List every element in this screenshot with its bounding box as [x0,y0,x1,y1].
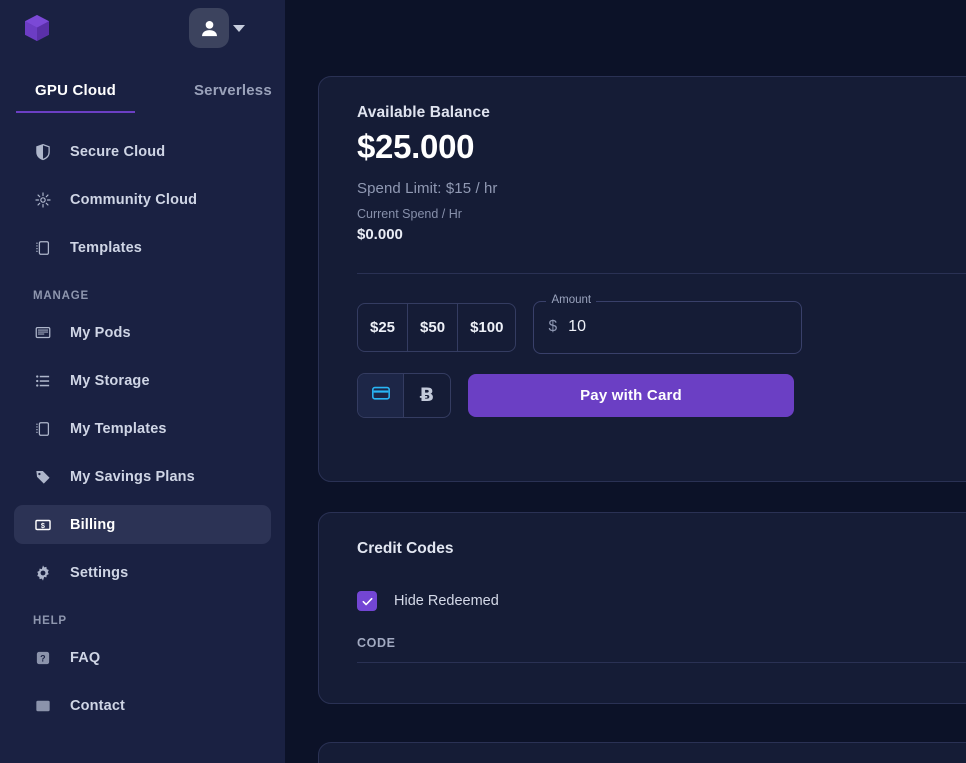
sidebar-item-contact[interactable]: Contact [14,686,271,725]
sidebar-header [0,0,285,56]
preset-amount-100[interactable]: $100 [458,304,515,351]
tag-icon [33,467,53,487]
hide-redeemed-row[interactable]: Hide Redeemed [357,591,966,611]
sidebar-section-help: HELP [33,615,67,627]
sidebar-item-templates[interactable]: Templates [14,228,271,267]
preset-amount-group: $25 $50 $100 [357,302,517,352]
sidebar-item-faq[interactable]: ? FAQ [14,638,271,677]
sidebar-nav: Secure Cloud Community Cloud Templates M… [0,132,285,725]
sidebar-item-billing[interactable]: $ Billing [14,505,271,544]
sidebar-item-label: Community Cloud [70,191,198,208]
svg-text:?: ? [40,653,46,663]
payment-method-toggle: Ƀ [357,372,451,418]
shield-icon [33,142,53,162]
sidebar-tabs: GPU Cloud Serverless [0,76,285,113]
payment-row: Ƀ Pay with Card [357,372,966,418]
contact-icon [33,696,53,716]
app-root: GPU Cloud Serverless Secure Cloud Commun… [0,0,966,763]
sidebar-item-my-savings-plans[interactable]: My Savings Plans [14,457,271,496]
sidebar-item-label: My Pods [70,324,131,341]
credit-card-icon [371,383,391,408]
sidebar-account-controls [189,8,267,48]
sidebar-item-secure-cloud[interactable]: Secure Cloud [14,132,271,171]
balance-card: Available Balance $25.000 Spend Limit: $… [318,76,966,482]
column-header-code: CODE [357,636,396,650]
sidebar-item-community-cloud[interactable]: Community Cloud [14,180,271,219]
sidebar-item-label: Settings [70,564,129,581]
user-avatar-icon[interactable] [189,8,229,48]
main-content: Available Balance $25.000 Spend Limit: $… [285,0,966,763]
sidebar-item-label: My Templates [70,420,167,437]
sidebar-item-my-templates[interactable]: My Templates [14,409,271,448]
tab-serverless[interactable]: Serverless [194,76,272,113]
sidebar-item-label: Billing [70,516,116,533]
sidebar-item-label: My Storage [70,372,150,389]
hide-redeemed-label: Hide Redeemed [394,593,499,609]
question-box-icon: ? [33,648,53,668]
sidebar-item-label: My Savings Plans [70,468,195,485]
amount-selection-row: $25 $50 $100 Amount $ 10 [357,293,966,354]
sidebar-section-manage: MANAGE [33,290,89,302]
balance-card-body: Available Balance $25.000 Spend Limit: $… [319,77,966,445]
spend-limit-text: Spend Limit: $15 / hr [357,179,498,197]
sidebar-item-settings[interactable]: Settings [14,553,271,592]
available-balance-value: $25.000 [357,128,475,165]
sparkle-icon [33,190,53,210]
sidebar-item-label: Secure Cloud [70,143,166,160]
pay-with-card-button[interactable]: Pay with Card [468,373,794,417]
payment-method-card[interactable] [358,373,404,417]
additional-card [318,742,966,763]
dollar-sign-icon: $ [548,318,558,336]
amount-input[interactable]: Amount $ 10 [533,293,803,354]
banknote-icon: $ [33,515,53,535]
credit-codes-table-header: CODE [357,636,966,663]
credit-codes-body: Credit Codes Hide Redeemed CODE [319,513,966,690]
available-balance-label: Available Balance [357,104,490,121]
payment-method-bitcoin[interactable]: Ƀ [404,374,450,417]
template-icon [33,238,53,258]
current-spend-label: Current Spend / Hr [357,206,462,221]
amount-input-value: 10 [568,318,587,336]
preset-amount-50[interactable]: $50 [408,303,459,351]
current-spend-value: $0.000 [357,225,403,243]
sidebar-item-label: FAQ [70,649,101,666]
template-icon [33,419,53,439]
preset-amount-25[interactable]: $25 [358,303,409,351]
hide-redeemed-checkbox[interactable] [357,591,377,611]
sidebar: GPU Cloud Serverless Secure Cloud Commun… [0,0,285,763]
credit-codes-title: Credit Codes [357,540,454,557]
gear-icon [33,563,53,583]
tab-gpu-cloud[interactable]: GPU Cloud [16,76,135,113]
sidebar-item-my-pods[interactable]: My Pods [14,313,271,352]
sidebar-item-my-storage[interactable]: My Storage [14,361,271,400]
amount-input-label: Amount [546,293,597,306]
svg-text:$: $ [41,521,45,530]
divider [357,272,966,274]
credit-codes-card: Credit Codes Hide Redeemed CODE [318,512,966,704]
sidebar-item-label: Contact [70,697,126,714]
cube-logo-icon[interactable] [20,11,54,45]
chevron-down-icon[interactable] [233,24,245,32]
bitcoin-icon: Ƀ [419,384,435,407]
sidebar-item-label: Templates [70,239,142,256]
storage-list-icon [33,371,53,391]
server-icon [33,323,53,343]
